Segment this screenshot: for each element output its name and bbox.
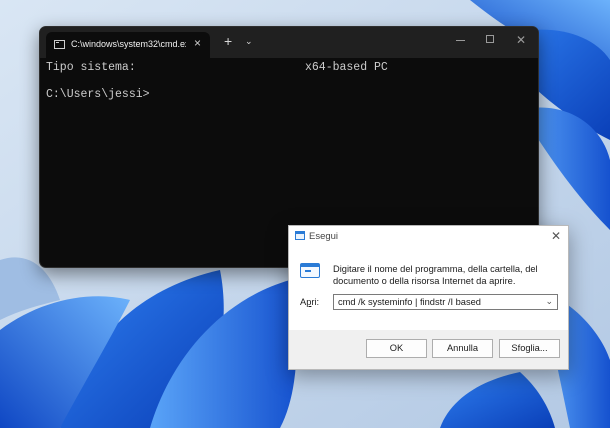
run-program-icon (300, 263, 320, 278)
new-tab-button[interactable]: + (224, 34, 232, 48)
close-tab-icon[interactable]: × (194, 36, 201, 50)
button-strip: OK Annulla Sfoglia... (289, 330, 568, 369)
chevron-down-icon[interactable]: ⌄ (545, 296, 553, 307)
browse-button[interactable]: Sfoglia... (499, 339, 560, 358)
ok-button[interactable]: OK (366, 339, 427, 358)
run-description: Digitare il nome del programma, della ca… (333, 264, 538, 286)
open-label: Apri: (300, 297, 319, 307)
maximize-icon[interactable] (483, 33, 497, 47)
open-label-suffix: ri: (311, 297, 320, 307)
run-titlebar[interactable]: Esegui ✕ (289, 226, 568, 248)
close-icon[interactable]: ✕ (551, 229, 561, 243)
console-icon (54, 40, 65, 49)
tab-title: C:\windows\system32\cmd.exe (71, 39, 186, 49)
terminal-titlebar[interactable]: C:\windows\system32\cmd.exe × + ⌄ ✕ (40, 27, 538, 58)
cancel-button[interactable]: Annulla (432, 339, 493, 358)
open-input[interactable]: cmd /k systeminfo | findstr /I based (338, 297, 481, 307)
run-icon (295, 231, 305, 240)
tab-dropdown-icon[interactable]: ⌄ (245, 35, 253, 47)
run-dialog-title: Esegui (309, 231, 339, 242)
output-value: x64-based PC (305, 61, 388, 74)
output-label: Tipo sistema: (46, 61, 136, 74)
command-prompt[interactable]: C:\Users\jessi> (46, 88, 150, 102)
window-close-icon[interactable]: ✕ (514, 33, 528, 47)
terminal-tab[interactable]: C:\windows\system32\cmd.exe × (46, 32, 210, 58)
minimize-icon[interactable] (453, 33, 467, 47)
run-dialog[interactable]: Esegui ✕ Digitare il nome del programma,… (288, 225, 569, 370)
open-combobox[interactable]: cmd /k systeminfo | findstr /I based ⌄ (333, 294, 558, 310)
